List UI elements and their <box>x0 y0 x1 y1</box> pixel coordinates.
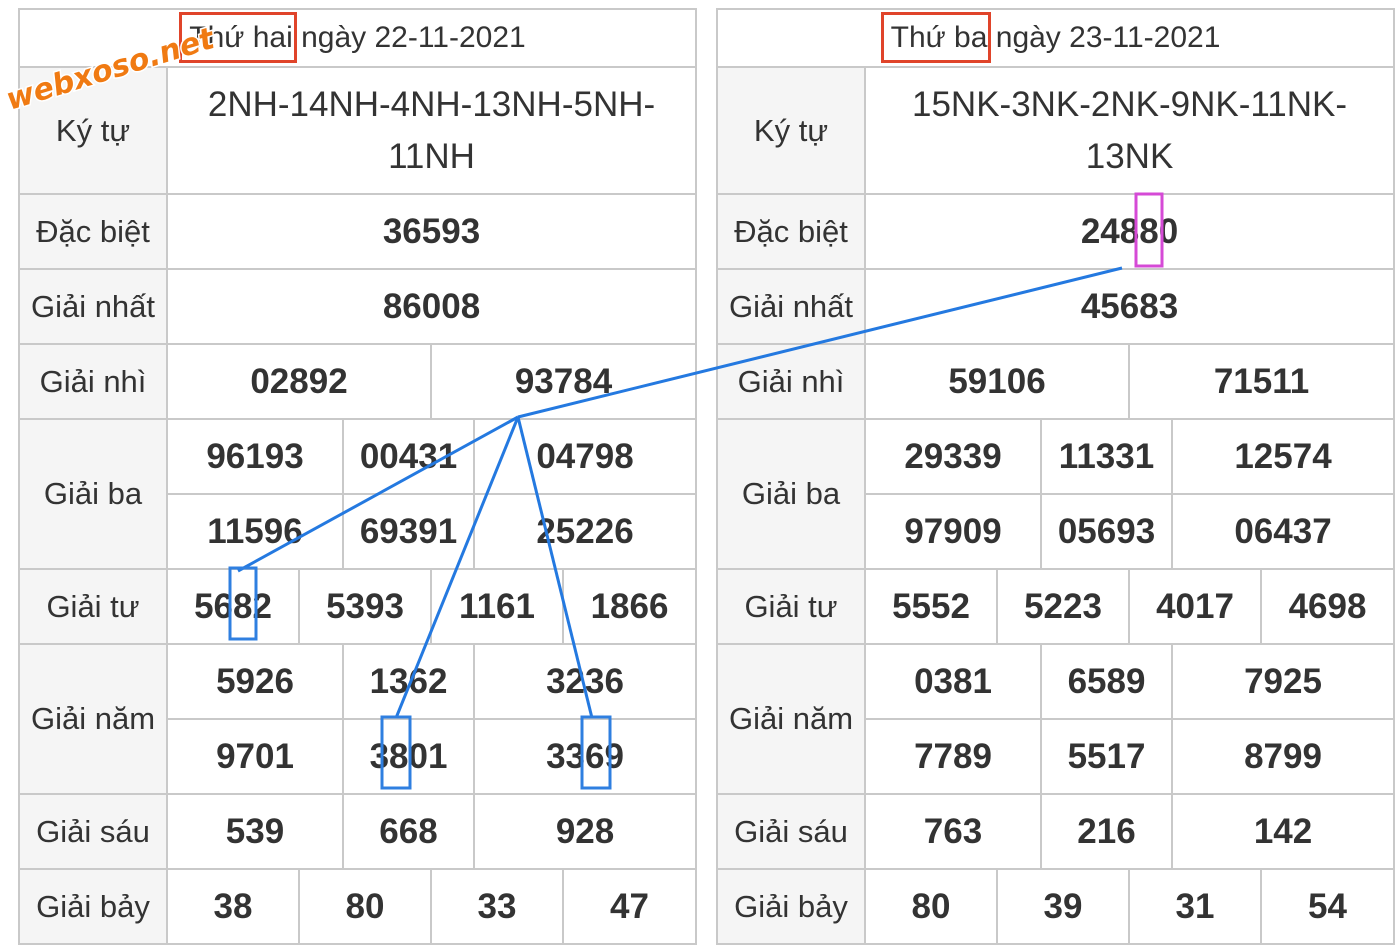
watermark-text: webxoso.net <box>2 21 220 118</box>
right-bay-value: 80 <box>864 868 998 945</box>
left-nhi-label: Giải nhì <box>18 343 168 420</box>
left-nhat-label: Giải nhất <box>18 268 168 345</box>
right-tu-label: Giải tư <box>716 568 866 645</box>
right-bay-value: 39 <box>996 868 1130 945</box>
right-nhi-value: 71511 <box>1127 343 1396 420</box>
right-nam-label: Giải năm <box>716 643 866 795</box>
left-nam-value: 1362 <box>342 643 475 720</box>
left-nhi-value: 02892 <box>166 343 432 420</box>
right-sau-value: 763 <box>864 793 1042 870</box>
left-bay-value: 80 <box>298 868 432 945</box>
left-dacbiet-label: Đặc biệt <box>18 193 168 270</box>
right-date-text: ngày 23-11-2021 <box>987 21 1221 54</box>
left-date-text: ngày 22-11-2021 <box>292 21 526 54</box>
left-tu-label: Giải tư <box>18 568 168 645</box>
right-ba-value: 29339 <box>864 418 1042 495</box>
right-dacbiet-value: 24880 <box>863 193 1396 270</box>
right-kytu-codes: 15NK-3NK-2NK-9NK-11NK-13NK <box>863 66 1396 195</box>
left-ba-label: Giải ba <box>18 418 168 570</box>
right-ba-value: 97909 <box>864 493 1042 570</box>
right-nhat-label: Giải nhất <box>716 268 866 345</box>
right-nam-value: 6589 <box>1040 643 1173 720</box>
right-tu-value: 5552 <box>864 568 998 645</box>
left-tu-value: 1161 <box>430 568 564 645</box>
right-results-panel: Thứ ba ngày 23-11-2021 Ký tự 15NK-3NK-2N… <box>715 8 1396 945</box>
left-sau-value: 928 <box>472 793 698 870</box>
right-date-header: Thứ ba ngày 23-11-2021 <box>715 8 1396 68</box>
left-results-table: Thứ hai ngày 22-11-2021 Ký tự 2NH-14NH-4… <box>17 8 698 945</box>
right-tu-value: 4017 <box>1128 568 1262 645</box>
right-nam-value: 8799 <box>1170 718 1396 795</box>
right-nhi-label: Giải nhì <box>716 343 866 420</box>
right-tu-value: 5223 <box>996 568 1130 645</box>
left-results-panel: Thứ hai ngày 22-11-2021 Ký tự 2NH-14NH-4… <box>17 8 698 945</box>
right-sau-value: 216 <box>1040 793 1173 870</box>
right-bay-label: Giải bảy <box>716 868 866 945</box>
watermark-logo: webxoso.net <box>2 19 221 119</box>
left-nhi-value: 93784 <box>429 343 698 420</box>
right-ba-value: 05693 <box>1040 493 1173 570</box>
left-ba-value: 04798 <box>472 418 698 495</box>
left-bay-value: 47 <box>561 868 698 945</box>
left-nhat-value: 86008 <box>165 268 698 345</box>
right-dacbiet-label: Đặc biệt <box>716 193 866 270</box>
right-ba-label: Giải ba <box>716 418 866 570</box>
left-sau-label: Giải sáu <box>18 793 168 870</box>
right-nhat-value: 45683 <box>863 268 1396 345</box>
left-tu-value: 1866 <box>561 568 698 645</box>
left-tu-value: 5682 <box>166 568 300 645</box>
right-bay-value: 31 <box>1128 868 1262 945</box>
left-bay-value: 38 <box>166 868 300 945</box>
left-bay-label: Giải bảy <box>18 868 168 945</box>
left-nam-value: 5926 <box>166 643 344 720</box>
right-ba-value: 12574 <box>1170 418 1396 495</box>
right-results-table: Thứ ba ngày 23-11-2021 Ký tự 15NK-3NK-2N… <box>715 8 1396 945</box>
left-nam-label: Giải năm <box>18 643 168 795</box>
left-sau-value: 668 <box>342 793 475 870</box>
left-nam-value: 3236 <box>472 643 698 720</box>
right-ba-value: 11331 <box>1040 418 1173 495</box>
left-nam-value: 3369 <box>472 718 698 795</box>
left-ba-value: 69391 <box>342 493 475 570</box>
right-nam-value: 5517 <box>1040 718 1173 795</box>
right-day-highlight: Thứ ba <box>880 12 992 63</box>
right-kytu-label: Ký tự <box>716 66 866 195</box>
left-tu-value: 5393 <box>298 568 432 645</box>
right-ba-value: 06437 <box>1170 493 1396 570</box>
right-nhi-value: 59106 <box>864 343 1130 420</box>
left-dacbiet-value: 36593 <box>165 193 698 270</box>
left-sau-value: 539 <box>166 793 344 870</box>
right-bay-value: 54 <box>1259 868 1396 945</box>
left-nam-value: 3801 <box>342 718 475 795</box>
left-ba-value: 11596 <box>166 493 344 570</box>
left-ba-value: 00431 <box>342 418 475 495</box>
right-nam-value: 7925 <box>1170 643 1396 720</box>
right-tu-value: 4698 <box>1259 568 1396 645</box>
left-bay-value: 33 <box>430 868 564 945</box>
left-ba-value: 96193 <box>166 418 344 495</box>
right-sau-label: Giải sáu <box>716 793 866 870</box>
right-nam-value: 7789 <box>864 718 1042 795</box>
left-ba-value: 25226 <box>472 493 698 570</box>
right-sau-value: 142 <box>1170 793 1396 870</box>
left-kytu-codes: 2NH-14NH-4NH-13NH-5NH-11NH <box>165 66 698 195</box>
left-nam-value: 9701 <box>166 718 344 795</box>
right-nam-value: 0381 <box>864 643 1042 720</box>
